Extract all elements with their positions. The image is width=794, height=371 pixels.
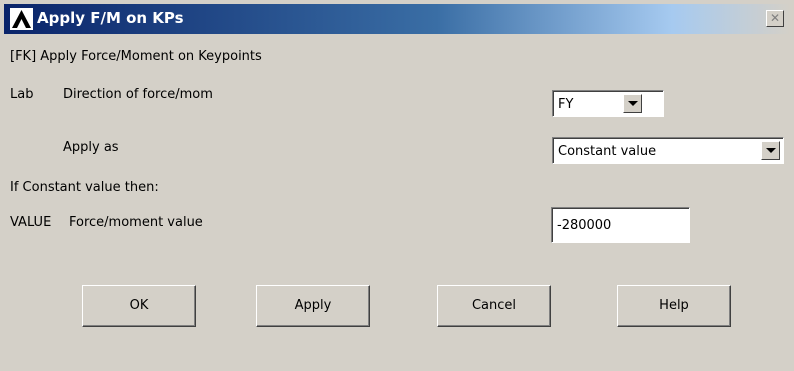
chevron-down-icon[interactable] [761,141,780,160]
constant-note: If Constant value then: [10,180,159,195]
close-icon[interactable]: ✕ [766,10,784,27]
value-code: VALUE [10,215,52,230]
force-moment-label: Force/moment value [69,215,203,230]
apply-button[interactable]: Apply [256,285,370,327]
lab-code: Lab [10,87,34,102]
direction-selected-value: FY [558,97,574,112]
apply-as-select[interactable]: Constant value [552,137,784,164]
ok-button[interactable]: OK [82,285,196,327]
ansys-logo-icon [10,8,33,30]
force-moment-value-input[interactable] [551,207,690,243]
command-header: [FK] Apply Force/Moment on Keypoints [10,49,262,64]
apply-as-selected-value: Constant value [558,144,657,159]
cancel-button[interactable]: Cancel [437,285,551,327]
apply-as-label: Apply as [63,140,119,155]
direction-select[interactable]: FY [552,90,664,117]
window-title: Apply F/M on KPs [37,9,184,27]
chevron-down-icon[interactable] [623,94,642,113]
direction-label: Direction of force/mom [63,87,213,102]
help-button[interactable]: Help [617,285,731,327]
title-bar[interactable]: Apply F/M on KPs ✕ [4,4,790,34]
